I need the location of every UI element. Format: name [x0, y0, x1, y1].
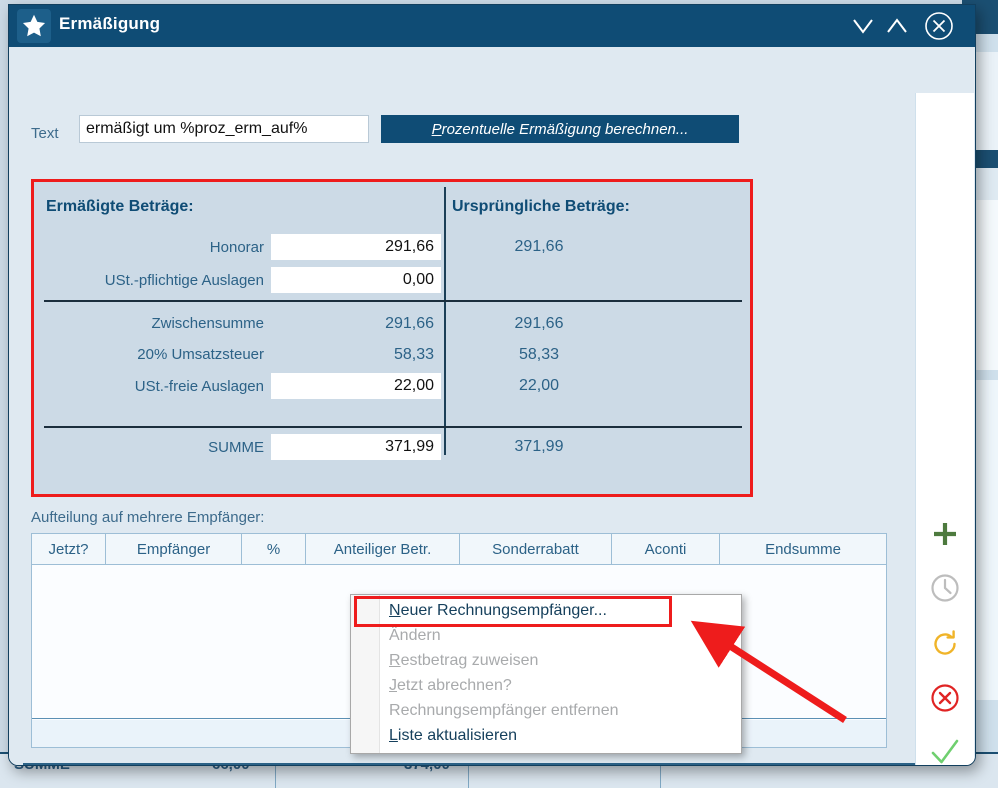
column-header-endsumme[interactable]: Endsumme — [720, 534, 886, 564]
context-menu-gutter — [351, 595, 380, 753]
menu-item-jetzt-abrechnen: Jetzt abrechnen? — [383, 673, 735, 698]
minimize-icon[interactable] — [847, 11, 879, 41]
menu-item-label: estbetrag zuweisen — [400, 651, 539, 669]
refresh-icon[interactable] — [924, 623, 966, 665]
menu-item-rechnungsempfaenger-entfernen: Rechnungsempfänger entfernen — [383, 698, 735, 723]
column-header-empfaenger[interactable]: Empfänger — [106, 534, 242, 564]
calc-button-label: rozentuelle Ermäßigung berechnen... — [441, 120, 689, 138]
menu-item-neuer-rechnungsempfaenger[interactable]: Neuer Rechnungsempfänger... — [383, 598, 735, 623]
menu-item-label: euer Rechnungsempfänger... — [400, 601, 607, 619]
menu-item-label-rest: echnungsempfänger entfernen — [400, 701, 619, 719]
menu-accel: J — [389, 676, 397, 694]
menu-item-label: R — [389, 701, 401, 719]
maximize-icon[interactable] — [881, 11, 913, 41]
text-input[interactable]: ermäßigt um %proz_erm_auf% — [79, 115, 369, 143]
distribution-table-header: Jetzt? Empfänger % Anteiliger Betr. Sond… — [32, 534, 886, 565]
column-header-prozent[interactable]: % — [242, 534, 306, 564]
column-header-aconti[interactable]: Aconti — [612, 534, 720, 564]
distribution-label: Aufteilung auf mehrere Empfänger: — [31, 509, 265, 526]
calculate-percentage-button[interactable]: Prozentuelle Ermäßigung berechnen... — [381, 115, 739, 143]
menu-accel: R — [389, 651, 401, 669]
dialog-title: Ermäßigung — [59, 14, 161, 33]
ermaessigung-dialog: Ermäßigung Text ermäßigt um %proz_erm_au… — [8, 4, 976, 766]
menu-item-label: iste aktualisieren — [397, 726, 518, 744]
add-icon[interactable] — [924, 513, 966, 555]
menu-item-aendern: Ändern — [383, 623, 735, 648]
cancel-icon[interactable] — [924, 677, 966, 719]
confirm-icon[interactable] — [924, 731, 966, 765]
column-header-jetzt[interactable]: Jetzt? — [32, 534, 106, 564]
action-toolrail — [915, 93, 974, 765]
menu-item-liste-aktualisieren[interactable]: Liste aktualisieren — [383, 723, 735, 748]
menu-item-restbetrag-zuweisen: Restbetrag zuweisen — [383, 648, 735, 673]
column-header-sonderrabatt[interactable]: Sonderrabatt — [460, 534, 612, 564]
dialog-body: Text ermäßigt um %proz_erm_auf% Prozentu… — [9, 47, 975, 765]
menu-accel: N — [389, 601, 401, 619]
text-field-label: Text — [31, 125, 59, 142]
dialog-bottom-rule — [23, 763, 953, 765]
chevron-right-icon — [723, 627, 729, 637]
menu-item-label: etzt abrechnen? — [397, 676, 512, 694]
menu-item-label: Ändern — [389, 626, 441, 644]
star-icon — [17, 9, 51, 43]
dialog-titlebar[interactable]: Ermäßigung — [9, 5, 975, 47]
close-icon[interactable] — [923, 11, 955, 41]
amounts-panel-highlight — [31, 179, 753, 497]
context-menu: Neuer Rechnungsempfänger... Ändern Restb… — [350, 594, 742, 754]
clock-icon[interactable] — [924, 567, 966, 609]
calc-button-accel: P — [431, 120, 442, 138]
column-header-anteiliger-betrag[interactable]: Anteiliger Betr. — [306, 534, 460, 564]
menu-accel: L — [389, 726, 398, 744]
